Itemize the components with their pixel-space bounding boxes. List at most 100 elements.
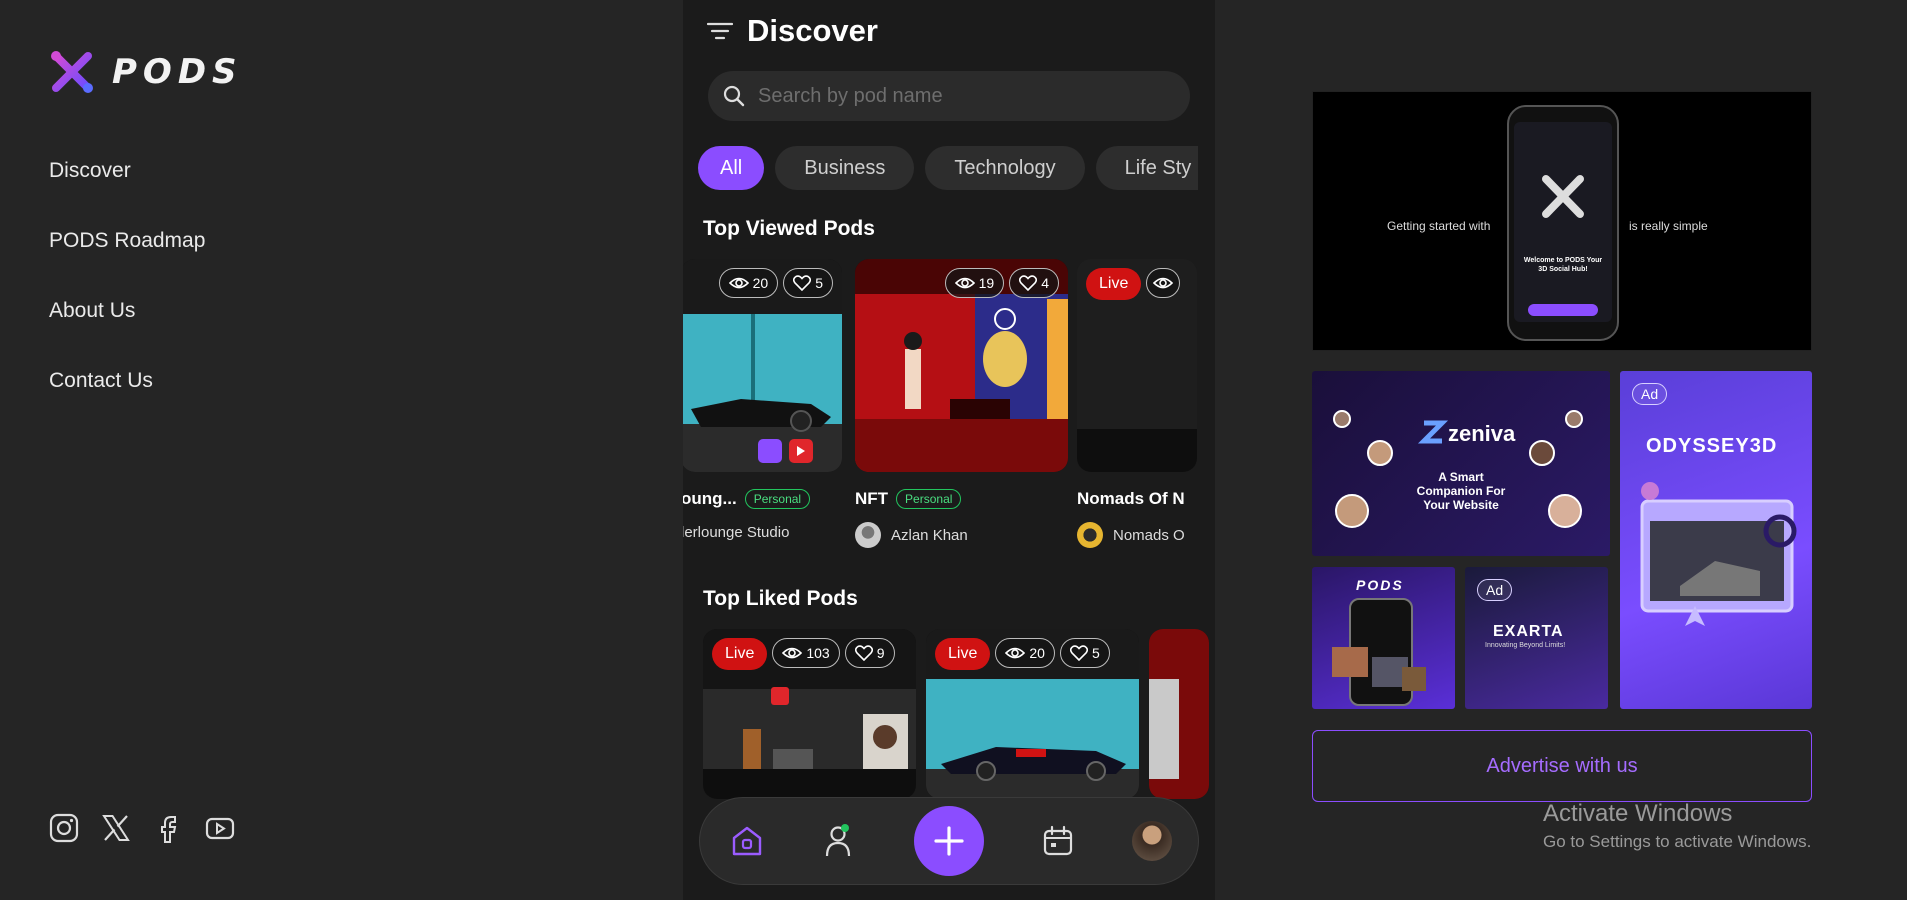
live-badge: Live: [712, 638, 768, 670]
live-badge: Live: [1086, 268, 1142, 300]
views-pill: 20: [718, 268, 779, 298]
ad-odyssey3d[interactable]: Ad ODYSSEY3D: [1620, 371, 1812, 709]
heart-icon: [1069, 645, 1088, 661]
bottom-navigation: [699, 797, 1199, 885]
likes-pill[interactable]: 4: [1009, 268, 1059, 298]
nav-discover[interactable]: Discover: [49, 158, 205, 228]
search-bar: [708, 71, 1190, 121]
create-pod-button[interactable]: [914, 806, 984, 876]
heart-icon: [1019, 275, 1038, 291]
nav-pods-roadmap[interactable]: PODS Roadmap: [49, 228, 205, 298]
owner-name: lerlounge Studio: [683, 524, 790, 541]
user-avatar[interactable]: [1132, 821, 1172, 861]
liked-card-1[interactable]: Live 103 9: [703, 629, 916, 799]
advertise-with-us-button[interactable]: Advertise with us: [1312, 730, 1812, 802]
views-pill: 20: [995, 638, 1055, 668]
pod-card-2[interactable]: 19 4: [855, 259, 1068, 472]
views-pill: 103: [772, 638, 840, 668]
odyssey-graphic: [1640, 482, 1797, 626]
pod-1-owner[interactable]: lerlounge Studio: [683, 524, 789, 541]
likes-pill[interactable]: 5: [1059, 638, 1110, 668]
zeniva-headline: A Smart Companion For Your Website: [1416, 470, 1506, 512]
home-icon[interactable]: [730, 824, 764, 858]
watermark-title: Activate Windows: [1543, 800, 1733, 827]
ad-zeniva[interactable]: zeniva A Smart Companion For Your Websit…: [1312, 371, 1610, 556]
likes-count: 4: [1041, 275, 1049, 291]
eye-icon: [782, 647, 803, 659]
plus-icon: [934, 826, 964, 856]
likes-count: 5: [815, 275, 823, 291]
likes-pill[interactable]: 9: [844, 638, 895, 668]
nav-contact-us[interactable]: Contact Us: [49, 368, 205, 438]
nav-about-us[interactable]: About Us: [49, 298, 205, 368]
left-sidebar: PODS Discover PODS Roadmap About Us Cont…: [0, 0, 683, 900]
pod-2-title-row: NFT Personal: [855, 489, 962, 509]
eye-icon: [1005, 647, 1026, 659]
views-pill: [1146, 268, 1181, 298]
facebook-icon[interactable]: [152, 812, 184, 844]
pod-3-title-row: Nomads Of N: [1077, 489, 1185, 509]
hero-left-text: Getting started with: [1387, 219, 1491, 233]
main-nav: Discover PODS Roadmap About Us Contact U…: [49, 158, 205, 438]
ad-exarta[interactable]: Ad EXARTA Innovating Beyond Limits!: [1465, 567, 1608, 709]
card-stats: 20 5: [718, 268, 833, 298]
pod-3-owner[interactable]: Nomads O: [1077, 522, 1185, 548]
avatar: [1077, 522, 1103, 548]
profile-icon[interactable]: [822, 823, 856, 859]
card-stats: Live 103 9: [712, 638, 895, 670]
pod-name: Nomads Of N: [1077, 489, 1185, 508]
live-badge: Live: [935, 638, 991, 670]
eye-icon: [1153, 277, 1174, 289]
heart-icon: [854, 645, 873, 661]
pods-logo[interactable]: PODS: [48, 50, 243, 94]
views-count: 20: [752, 275, 769, 291]
youtube-icon[interactable]: [204, 812, 236, 844]
heart-icon: [793, 275, 812, 291]
owner-name: Nomads O: [1113, 526, 1185, 544]
exarta-brand: EXARTA: [1493, 623, 1564, 640]
card-stats: Live 20 5: [935, 638, 1110, 670]
discover-header: Discover: [707, 13, 878, 49]
zeniva-graphic: [1333, 410, 1583, 528]
x-icon[interactable]: [100, 812, 132, 844]
zeniva-brand: zeniva: [1448, 421, 1516, 446]
liked-card-3[interactable]: [1149, 629, 1209, 799]
filter-menu-icon[interactable]: [707, 21, 733, 41]
discover-app: Discover All Business Technology Life St…: [683, 0, 1215, 900]
pod-thumbnail: [1149, 629, 1209, 799]
pod-card-3[interactable]: Live: [1077, 259, 1197, 472]
chip-lifestyle[interactable]: Life Sty: [1095, 146, 1198, 190]
ad-hero-banner[interactable]: Getting started with is really simple We…: [1312, 91, 1812, 351]
liked-card-2[interactable]: Live 20 5: [926, 629, 1139, 799]
pod-card-1[interactable]: 20 5: [683, 259, 842, 472]
ad-pods-small[interactable]: PODS: [1312, 567, 1455, 709]
avatar: [855, 522, 881, 548]
eye-icon: [728, 277, 749, 289]
likes-count: 9: [876, 645, 885, 661]
eye-icon: [954, 277, 975, 289]
views-pill: 19: [944, 268, 1005, 298]
instagram-icon[interactable]: [48, 812, 80, 844]
search-input[interactable]: [758, 84, 1158, 108]
top-liked-title: Top Liked Pods: [703, 587, 858, 610]
chip-business[interactable]: Business: [775, 146, 915, 190]
hero-right-text: is really simple: [1629, 219, 1708, 233]
pod-tag: Personal: [744, 489, 811, 509]
logo-wordmark: PODS: [112, 52, 243, 92]
card-stats: Live: [1086, 268, 1181, 300]
social-links: [48, 812, 236, 844]
calendar-icon[interactable]: [1042, 825, 1074, 857]
category-chips: All Business Technology Life Sty: [698, 146, 1198, 190]
owner-name: Azlan Khan: [891, 526, 968, 544]
pod-tag: Personal: [896, 489, 962, 509]
ad-label: Ad: [1632, 383, 1668, 405]
likes-count: 5: [1091, 645, 1100, 661]
chip-technology[interactable]: Technology: [925, 146, 1085, 190]
pod-2-owner[interactable]: Azlan Khan: [855, 522, 968, 548]
pods-logo-icon: [51, 51, 93, 93]
views-count: 20: [1029, 645, 1045, 661]
pod-name: oung...: [683, 489, 737, 508]
likes-pill[interactable]: 5: [783, 268, 833, 298]
exarta-tagline: Innovating Beyond Limits!: [1485, 642, 1566, 649]
chip-all[interactable]: All: [698, 146, 765, 190]
